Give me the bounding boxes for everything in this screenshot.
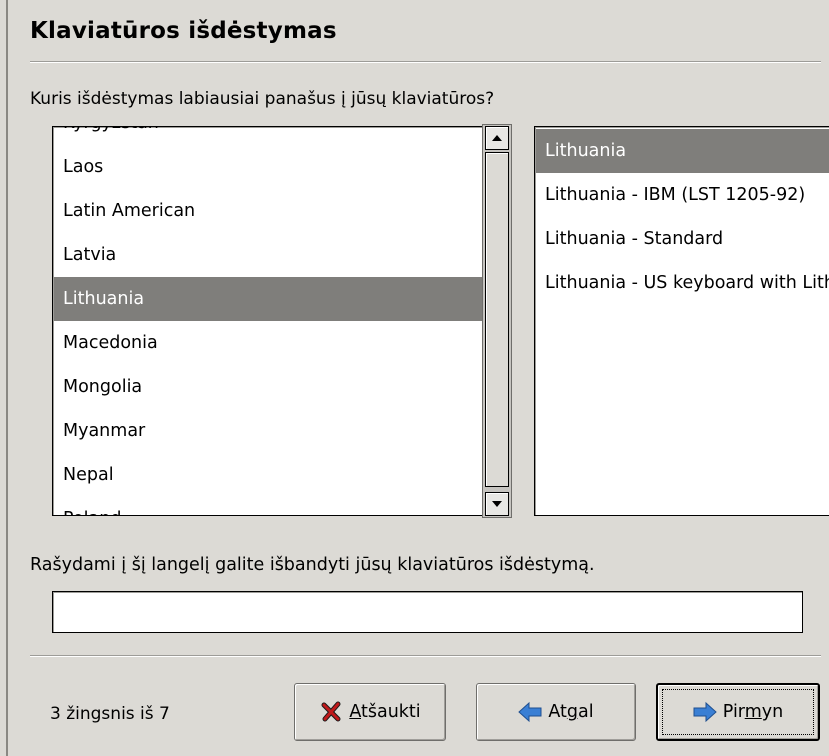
variant-list-item[interactable]: Lithuania - IBM (LST 1205-92) xyxy=(536,173,829,217)
arrow-up-icon xyxy=(492,135,502,141)
country-list-item[interactable]: Nepal xyxy=(54,453,482,497)
country-list-item[interactable]: Poland xyxy=(54,497,482,515)
back-button[interactable]: Atgal xyxy=(476,683,636,741)
country-list-item[interactable]: Kyrgyzstan xyxy=(54,127,482,145)
forward-button[interactable]: Pirmyn xyxy=(656,683,820,741)
window-edge xyxy=(0,0,8,756)
country-list-item[interactable]: Latvia xyxy=(54,233,482,277)
country-list-item[interactable]: Mongolia xyxy=(54,365,482,409)
step-indicator: 3 žingsnis iš 7 xyxy=(50,704,170,724)
variant-list-item[interactable]: Lithuania xyxy=(536,129,829,173)
variant-list-item[interactable]: Lithuania - US keyboard with Lithuanian … xyxy=(536,261,829,305)
title-separator xyxy=(30,61,821,63)
back-label: Atgal xyxy=(548,702,594,722)
cancel-label: Atšaukti xyxy=(349,702,421,722)
scrollbar-thumb[interactable] xyxy=(485,152,509,487)
variant-list[interactable]: Lithuania Lithuania - IBM (LST 1205-92) Li… xyxy=(534,126,829,516)
country-list-scrollbar[interactable] xyxy=(482,124,512,518)
scroll-down-button[interactable] xyxy=(485,492,509,516)
country-list-item[interactable]: Macedonia xyxy=(54,321,482,365)
test-input[interactable] xyxy=(52,591,803,633)
variant-list-item[interactable]: Lithuania - Standard xyxy=(536,217,829,261)
page-title: Klaviatūros išdėstymas xyxy=(30,18,337,44)
scroll-up-button[interactable] xyxy=(485,126,509,150)
footer-separator xyxy=(30,655,821,657)
arrow-left-icon xyxy=(518,701,542,723)
country-list-item[interactable]: Lithuania xyxy=(54,277,482,321)
country-list-item[interactable]: Laos xyxy=(54,145,482,189)
test-hint: Rašydami į šį langelį galite išbandyti j… xyxy=(30,555,595,575)
country-list-item[interactable]: Myanmar xyxy=(54,409,482,453)
country-list-item[interactable]: Latin American xyxy=(54,189,482,233)
cancel-button[interactable]: Atšaukti xyxy=(294,683,446,741)
forward-label: Pirmyn xyxy=(722,702,784,722)
arrow-down-icon xyxy=(492,501,502,507)
layout-question: Kuris išdėstymas labiausiai panašus į jū… xyxy=(30,89,495,109)
country-list[interactable]: KyrgyzstanLaosLatin AmericanLatviaLithua… xyxy=(52,126,482,516)
x-icon xyxy=(321,701,341,722)
arrow-right-icon xyxy=(693,701,717,723)
